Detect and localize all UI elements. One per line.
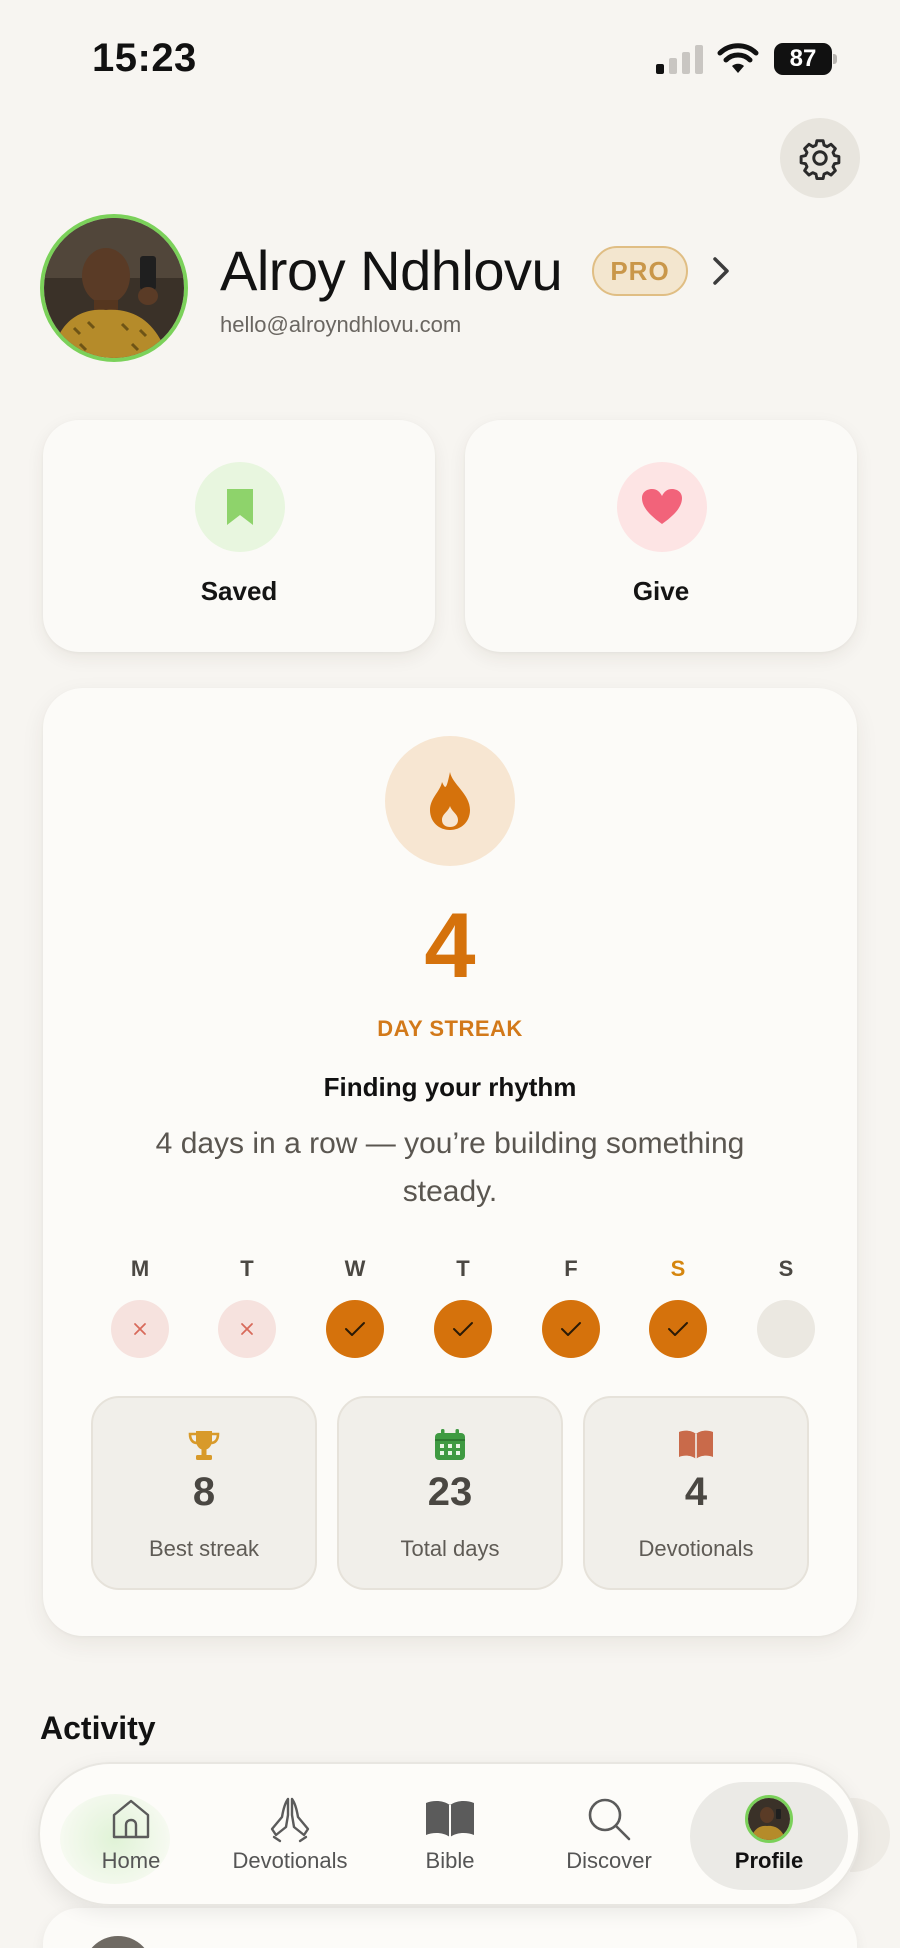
day-letter: T — [456, 1256, 470, 1281]
tab-home[interactable]: Home — [56, 1782, 206, 1890]
bookmark-icon — [227, 489, 253, 525]
gear-icon — [799, 139, 841, 180]
tab-bible-label: Bible — [425, 1848, 475, 1873]
pro-badge: PRO — [592, 246, 688, 296]
best-streak-label: Best streak — [148, 1536, 260, 1561]
streak-label: DAY STREAK — [377, 1016, 523, 1041]
status-bar: 15:23 87 — [0, 0, 900, 110]
devotionals-stat: 4 Devotionals — [583, 1396, 809, 1590]
checkmark-icon — [668, 1322, 688, 1336]
x-mark-icon — [134, 1323, 146, 1335]
total-days-value: 23 — [427, 1470, 473, 1514]
completed-day-indicator — [434, 1300, 492, 1358]
total-days-stat: 23 Total days — [337, 1396, 563, 1590]
week-progress: M T W T F S S — [88, 1256, 815, 1376]
profile-avatar[interactable] — [40, 214, 188, 362]
give-label: Give — [632, 576, 690, 606]
chevron-right-icon[interactable] — [706, 254, 736, 288]
day-tuesday: T — [212, 1256, 282, 1358]
streak-title: Finding your rhythm — [323, 1072, 577, 1102]
day-wednesday: W — [320, 1256, 390, 1358]
tab-devotionals[interactable]: Devotionals — [215, 1782, 365, 1890]
streak-card: 4 DAY STREAK Finding your rhythm 4 days … — [43, 688, 857, 1636]
saved-icon-circle — [195, 462, 285, 552]
tab-profile-label: Profile — [734, 1848, 804, 1873]
tab-devotionals-label: Devotionals — [232, 1848, 348, 1873]
saved-label: Saved — [200, 576, 278, 606]
trophy-icon — [188, 1431, 220, 1460]
tab-discover-label: Discover — [566, 1848, 652, 1873]
give-icon-circle — [617, 462, 707, 552]
missed-day-indicator — [218, 1300, 276, 1358]
tab-home-label: Home — [101, 1848, 161, 1873]
completed-day-indicator — [326, 1300, 384, 1358]
tab-bible[interactable]: Bible — [375, 1782, 525, 1890]
battery-icon: 87 — [774, 43, 838, 75]
completed-day-indicator — [542, 1300, 600, 1358]
upcoming-day-indicator — [757, 1300, 815, 1358]
flame-icon-circle — [385, 736, 515, 866]
cellular-signal-icon — [656, 44, 703, 74]
checkmark-icon — [453, 1322, 473, 1336]
settings-button[interactable] — [780, 118, 860, 198]
streak-message: 4 days in a row — you’re building someth… — [155, 1127, 745, 1208]
total-days-label: Total days — [400, 1536, 500, 1561]
day-thursday: T — [428, 1256, 498, 1358]
book-icon — [679, 1430, 713, 1459]
tab-discover[interactable]: Discover — [534, 1782, 684, 1890]
streak-count: 4 — [424, 895, 476, 997]
calendar-icon — [435, 1429, 465, 1460]
best-streak-value: 8 — [192, 1470, 216, 1514]
profile-email: hello@alroyndhlovu.com — [220, 312, 462, 337]
x-mark-icon — [241, 1323, 253, 1335]
give-card[interactable]: Give — [465, 420, 857, 652]
day-letter: M — [130, 1256, 150, 1281]
profile-name[interactable]: Alroy Ndhlovu — [220, 238, 563, 303]
completed-day-indicator — [649, 1300, 707, 1358]
day-letter: S — [778, 1256, 794, 1281]
day-saturday: S — [643, 1256, 713, 1358]
day-letter: F — [564, 1256, 578, 1281]
avatar — [745, 1795, 793, 1843]
heart-icon — [642, 489, 682, 524]
activity-item-card[interactable] — [43, 1908, 857, 1948]
missed-day-indicator — [111, 1300, 169, 1358]
day-monday: M — [105, 1256, 175, 1358]
home-icon — [112, 1799, 150, 1839]
praying-hands-icon — [270, 1797, 310, 1843]
flame-icon — [430, 772, 470, 830]
best-streak-stat: 8 Best streak — [91, 1396, 317, 1590]
checkmark-icon — [561, 1322, 581, 1336]
saved-card[interactable]: Saved — [43, 420, 435, 652]
activity-avatar — [83, 1936, 153, 1948]
wifi-icon — [717, 43, 759, 73]
activity-heading: Activity — [40, 1710, 156, 1746]
tab-bar: Home Devotionals Bible Discover Profile — [38, 1762, 860, 1906]
devotionals-label: Devotionals — [638, 1536, 754, 1561]
day-friday: F — [536, 1256, 606, 1358]
devotionals-value: 4 — [684, 1470, 708, 1514]
tab-profile[interactable]: Profile — [690, 1782, 848, 1890]
day-sunday: S — [751, 1256, 821, 1358]
day-letter-today: S — [670, 1256, 686, 1281]
bible-icon — [426, 1800, 474, 1837]
avatar-photo — [44, 218, 184, 358]
day-letter: T — [240, 1256, 254, 1281]
day-letter: W — [344, 1256, 366, 1281]
checkmark-icon — [345, 1322, 365, 1336]
battery-level: 87 — [789, 45, 817, 72]
search-icon — [588, 1798, 631, 1841]
status-time: 15:23 — [92, 36, 197, 80]
